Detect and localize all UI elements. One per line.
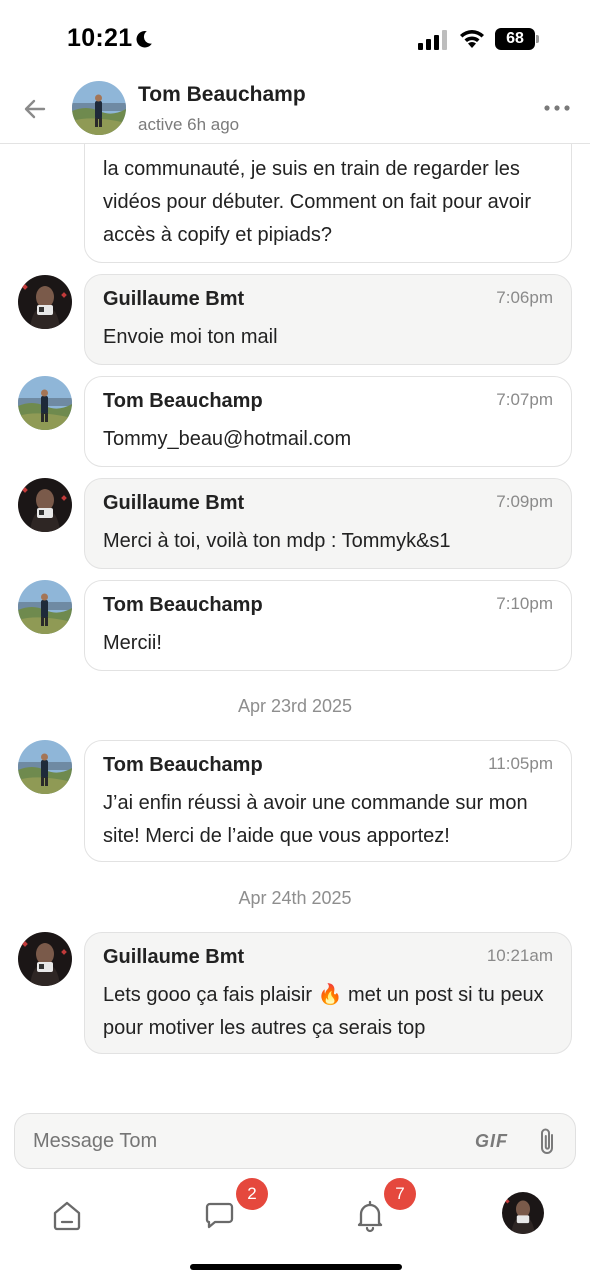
date-separator: Apr 24th 2025: [238, 888, 352, 908]
message-time: 11:05pm: [488, 754, 553, 773]
more-options-icon[interactable]: [543, 98, 571, 118]
sender-avatar[interactable]: [18, 932, 72, 986]
status-bar: 10:21 68: [0, 0, 590, 78]
message-bubble: Tom Beauchamp 7:07pm Tommy_beau@hotmail.…: [84, 376, 572, 467]
contact-name: Tom Beauchamp: [138, 83, 306, 106]
sender-avatar[interactable]: [18, 478, 72, 532]
message-sender: Guillaume Bmt: [103, 946, 245, 968]
message-bubble: Guillaume Bmt 10:21am Lets gooo ça fais …: [84, 932, 572, 1054]
message-sender: Guillaume Bmt: [103, 492, 245, 514]
message-bubble: la communauté, je suis en train de regar…: [84, 144, 572, 263]
sender-avatar[interactable]: [18, 740, 72, 794]
profile-avatar[interactable]: [502, 1192, 544, 1234]
moon-icon: [136, 30, 152, 48]
message-sender: Tom Beauchamp: [103, 390, 263, 412]
message-text: Merci à toi, voilà ton mdp : Tommyk&s1: [103, 530, 451, 552]
message-text: Tommy_beau@hotmail.com: [103, 428, 352, 450]
battery-level: 68: [506, 30, 524, 47]
gif-button[interactable]: GIF: [475, 1131, 508, 1152]
battery-icon: 68: [495, 28, 539, 50]
message-time: 7:06pm: [496, 288, 553, 307]
sender-avatar[interactable]: [18, 580, 72, 634]
message-input[interactable]: [33, 1114, 433, 1168]
bottom-navigation: 2 7: [0, 1178, 590, 1280]
message-composer: GIF: [14, 1113, 576, 1169]
message-bubble: Guillaume Bmt 7:09pm Merci à toi, voilà …: [84, 478, 572, 569]
message-bubble: Guillaume Bmt 7:06pm Envoie moi ton mail: [84, 274, 572, 365]
message-text: Envoie moi ton mail: [103, 326, 278, 348]
message-sender: Tom Beauchamp: [103, 594, 263, 616]
conversation-thread[interactable]: la communauté, je suis en train de regar…: [0, 144, 590, 1101]
sender-avatar[interactable]: [18, 275, 72, 329]
message-text: la communauté, je suis en train de regar…: [103, 158, 532, 246]
contact-activity-status: active 6h ago: [138, 115, 240, 134]
cellular-signal-icon: [418, 30, 447, 50]
home-indicator: [190, 1264, 402, 1270]
bell-icon[interactable]: [350, 1196, 390, 1236]
status-time: 10:21: [67, 24, 133, 52]
message-time: 7:10pm: [496, 594, 553, 613]
message-bubble: Tom Beauchamp 7:10pm Mercii!: [84, 580, 572, 671]
home-icon[interactable]: [47, 1196, 87, 1236]
chat-bubble-icon[interactable]: [199, 1196, 239, 1236]
chat-header: Tom Beauchamp active 6h ago: [0, 78, 590, 144]
back-arrow-icon[interactable]: [20, 94, 50, 124]
message-sender: Tom Beauchamp: [103, 754, 263, 776]
message-text: J’ai enfin réussi à avoir une commande s…: [103, 792, 528, 847]
date-separator: Apr 23rd 2025: [237, 696, 353, 716]
paperclip-icon[interactable]: [535, 1126, 559, 1158]
message-text: Mercii!: [103, 632, 162, 654]
message-text: Lets gooo ça fais plaisir 🔥 met un post …: [103, 984, 544, 1039]
message-bubble: Tom Beauchamp 11:05pm J’ai enfin réussi …: [84, 740, 572, 862]
message-sender: Guillaume Bmt: [103, 288, 245, 310]
sender-avatar[interactable]: [18, 376, 72, 430]
message-time: 7:09pm: [496, 492, 553, 511]
wifi-icon: [460, 30, 484, 48]
messages-badge: 2: [236, 1178, 268, 1210]
message-time: 10:21am: [486, 946, 553, 965]
contact-avatar[interactable]: [72, 81, 126, 135]
notifications-badge: 7: [384, 1178, 416, 1210]
message-time: 7:07pm: [496, 390, 553, 409]
